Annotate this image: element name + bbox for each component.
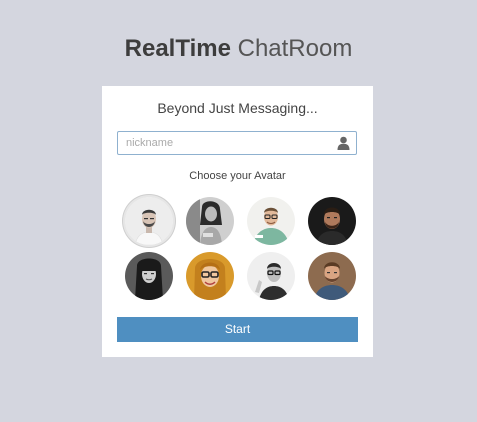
app-title-light: ChatRoom: [237, 35, 353, 62]
avatar-5[interactable]: [125, 252, 173, 300]
avatar-7[interactable]: [247, 252, 295, 300]
avatar-4[interactable]: [308, 197, 356, 245]
avatar-3[interactable]: [247, 197, 295, 245]
start-button[interactable]: Start: [117, 317, 358, 342]
login-card: Beyond Just Messaging... Choose your Ava…: [102, 86, 373, 357]
avatar-1[interactable]: [125, 197, 173, 245]
nickname-field[interactable]: [117, 131, 357, 155]
app-title-bold: RealTime: [124, 35, 231, 62]
avatar-2[interactable]: [186, 197, 234, 245]
app-title: RealTime ChatRoom: [0, 34, 477, 64]
tagline: Beyond Just Messaging...: [157, 100, 318, 116]
user-icon: [337, 136, 350, 150]
nickname-input[interactable]: [126, 132, 326, 154]
avatar-8[interactable]: [308, 252, 356, 300]
avatar-6[interactable]: [186, 252, 234, 300]
avatar-prompt: Choose your Avatar: [189, 170, 286, 182]
